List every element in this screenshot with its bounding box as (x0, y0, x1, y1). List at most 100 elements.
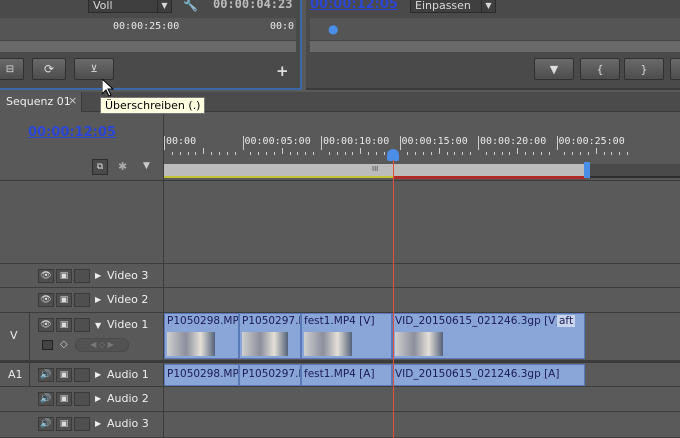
expand-arrow-icon[interactable]: ▶ (95, 394, 101, 403)
video-clip[interactable]: fest1.MP4 [V] (301, 313, 392, 359)
target-audio[interactable]: A1 (0, 363, 30, 387)
ruler-minor-tick (297, 152, 299, 155)
track-lane[interactable] (164, 264, 680, 287)
display-style-icon[interactable] (42, 340, 53, 350)
expand-arrow-icon[interactable]: ▶ (95, 419, 101, 428)
ruler-minor-tick (548, 152, 550, 155)
target-video[interactable]: V (0, 313, 30, 360)
video-clip[interactable]: VID_20150615_021246.3gp [V] aft (392, 313, 585, 359)
playhead-marker-icon[interactable]: ● (328, 22, 338, 36)
ruler-minor-tick (266, 152, 268, 155)
program-ruler[interactable]: ● (310, 18, 680, 40)
track-header: 👁 ▣ ▶ Video 3 (0, 264, 164, 287)
collapse-arrow-icon[interactable]: ▼ (95, 321, 101, 330)
track-lane[interactable] (164, 412, 680, 437)
keyframe-diamond-icon[interactable]: ◇ (60, 339, 68, 350)
fit-value: Einpassen (415, 0, 471, 12)
ruler-minor-tick (572, 152, 574, 155)
clip-thumbnail (304, 332, 352, 356)
source-scrubber[interactable] (0, 40, 296, 52)
lock-icon[interactable]: ▣ (56, 417, 72, 431)
fit-dropdown[interactable]: Einpassen ▼ (410, 0, 496, 13)
track-lane[interactable] (164, 387, 680, 411)
sync-box[interactable] (74, 318, 90, 332)
close-icon[interactable]: × (68, 94, 77, 107)
goto-in-button[interactable] (670, 58, 680, 80)
target-label: A1 (8, 368, 23, 381)
audio-clip[interactable]: P1050297.MP4 (239, 364, 301, 386)
loop-button[interactable]: ⟳ (32, 58, 66, 80)
quality-value: Voll (93, 0, 113, 12)
time-ruler[interactable]: 00:00 00:00:05:00 00:00:10:00 00:00:15:00 00… (164, 112, 680, 180)
overwrite-icon: ⊻ (90, 63, 98, 75)
expand-arrow-icon[interactable]: ▶ (95, 271, 101, 280)
sequence-marker-icon[interactable]: ▼ (143, 161, 150, 171)
tooltip: Überschreiben (.) (100, 97, 206, 114)
playhead-line[interactable] (393, 160, 394, 438)
ruler-minor-tick (313, 152, 315, 155)
ruler-label: 00:00 (166, 136, 197, 147)
ruler-label: 00:00:05:00 (244, 136, 311, 147)
clip-effect-label[interactable]: aft (557, 315, 576, 327)
lock-icon[interactable]: ▣ (56, 392, 72, 406)
mark-in-button[interactable]: { (580, 58, 620, 80)
lock-icon[interactable]: ▣ (56, 293, 72, 307)
audio-clip[interactable]: VID_20150615_021246.3gp [A] (392, 364, 585, 386)
lock-icon[interactable]: ▣ (56, 368, 72, 382)
expand-arrow-icon[interactable]: ▶ (95, 370, 101, 379)
work-area-grip[interactable]: III (372, 165, 378, 173)
eye-icon[interactable]: 👁 (38, 269, 54, 283)
wrench-icon[interactable]: 🔧 (183, 0, 199, 12)
insert-button[interactable]: ⊟ (0, 58, 24, 80)
marker-add-icon[interactable]: ✱ (118, 160, 127, 173)
source-ruler[interactable]: 00:00:25:00 00:0 (0, 18, 296, 40)
sync-box[interactable] (74, 269, 90, 283)
ruler-minor-tick (258, 152, 260, 155)
quality-dropdown[interactable]: Voll ▼ (88, 0, 172, 13)
track-header: 🔊 ▣ ▶ Audio 3 (0, 412, 164, 437)
sync-box[interactable] (74, 392, 90, 406)
eye-icon[interactable]: 👁 (38, 318, 54, 332)
video-clip[interactable]: P1050297.MP4 (239, 313, 301, 359)
ruler-minor-tick (438, 148, 440, 154)
audio-clip[interactable]: fest1.MP4 [A] (301, 364, 392, 386)
source-ruler-label: 00:0 (270, 21, 295, 32)
track-lane[interactable]: P1050298.MP4 P1050297.MP4 fest1.MP4 [A] … (164, 363, 680, 386)
timeline-timecode[interactable]: 00:00:12:05 (28, 125, 116, 140)
sync-box[interactable] (74, 417, 90, 431)
speaker-icon[interactable]: 🔊 (38, 392, 54, 406)
expand-arrow-icon[interactable]: ▶ (95, 295, 101, 304)
insert-icon: ⊟ (5, 63, 15, 75)
ruler-minor-tick (454, 152, 456, 155)
marker-button[interactable]: ▼ (534, 58, 574, 80)
keyframe-nav[interactable]: ◀ ◇ ▶ (75, 338, 129, 352)
lock-icon[interactable]: ▣ (56, 318, 72, 332)
ruler-minor-tick (517, 148, 519, 154)
source-timecode[interactable]: 00:00:04:23 (213, 0, 292, 11)
track-lane[interactable] (164, 288, 680, 312)
ruler-minor-tick (619, 152, 621, 155)
ruler-minor-tick (540, 152, 542, 155)
track-lane[interactable]: P1050298.MP4 P1050297.MP4 fest1.MP4 [V] … (164, 313, 680, 360)
ruler-minor-tick (462, 152, 464, 155)
program-scrubber[interactable] (310, 40, 680, 52)
mark-out-button[interactable]: } (624, 58, 664, 80)
audio-clip[interactable]: P1050298.MP4 (164, 364, 239, 386)
video-clip[interactable]: P1050298.MP4 (164, 313, 239, 359)
speaker-icon[interactable]: 🔊 (38, 417, 54, 431)
snap-toggle[interactable]: ⧉ (92, 159, 108, 175)
program-timecode[interactable]: 00:00:12:05 (310, 0, 398, 12)
ruler-minor-tick (493, 152, 495, 155)
sync-box[interactable] (74, 368, 90, 382)
add-button[interactable]: + (276, 62, 289, 80)
overwrite-button[interactable]: ⊻ (74, 58, 114, 80)
sync-box[interactable] (74, 293, 90, 307)
ruler-minor-tick (234, 152, 236, 155)
track-name: Audio 2 (107, 392, 149, 405)
eye-icon[interactable]: 👁 (38, 293, 54, 307)
ruler-major-tick (556, 136, 558, 150)
lock-icon[interactable]: ▣ (56, 269, 72, 283)
speaker-icon[interactable]: 🔊 (38, 368, 54, 382)
tab-sequenz-01[interactable]: Sequenz 01 × (0, 92, 82, 112)
cursor-icon (101, 77, 115, 100)
